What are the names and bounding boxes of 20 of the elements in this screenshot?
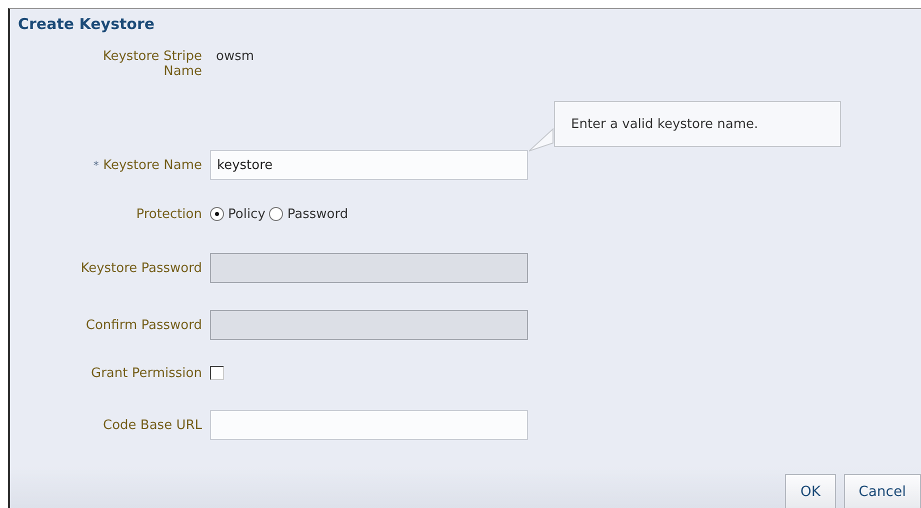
text-field[interactable]: keystore: [210, 150, 528, 180]
dialog-title: Create Keystore: [17, 14, 156, 35]
required-mark: *: [93, 158, 99, 172]
radio-label: Password: [287, 206, 348, 222]
cancel-button[interactable]: Cancel: [844, 474, 921, 508]
radio-label: Policy: [228, 206, 266, 222]
radio-button[interactable]: [269, 207, 284, 221]
field-label: Keystore Password: [80, 260, 202, 278]
ok-button[interactable]: OK: [785, 474, 836, 508]
field-label: * Keystore Name: [93, 156, 202, 174]
field-label: Code Base URL: [103, 416, 202, 434]
field-value: owsm: [215, 49, 254, 64]
text-field[interactable]: [210, 410, 528, 440]
field-label: Keystore Stripe Name: [102, 49, 202, 81]
tooltip: Enter a valid keystore name.: [554, 101, 841, 147]
field-label: Grant Permission: [91, 364, 202, 382]
field-label: Protection: [136, 206, 202, 224]
checkbox[interactable]: [210, 366, 224, 380]
radio-button[interactable]: [210, 207, 224, 221]
field-label: Confirm Password: [86, 316, 202, 334]
